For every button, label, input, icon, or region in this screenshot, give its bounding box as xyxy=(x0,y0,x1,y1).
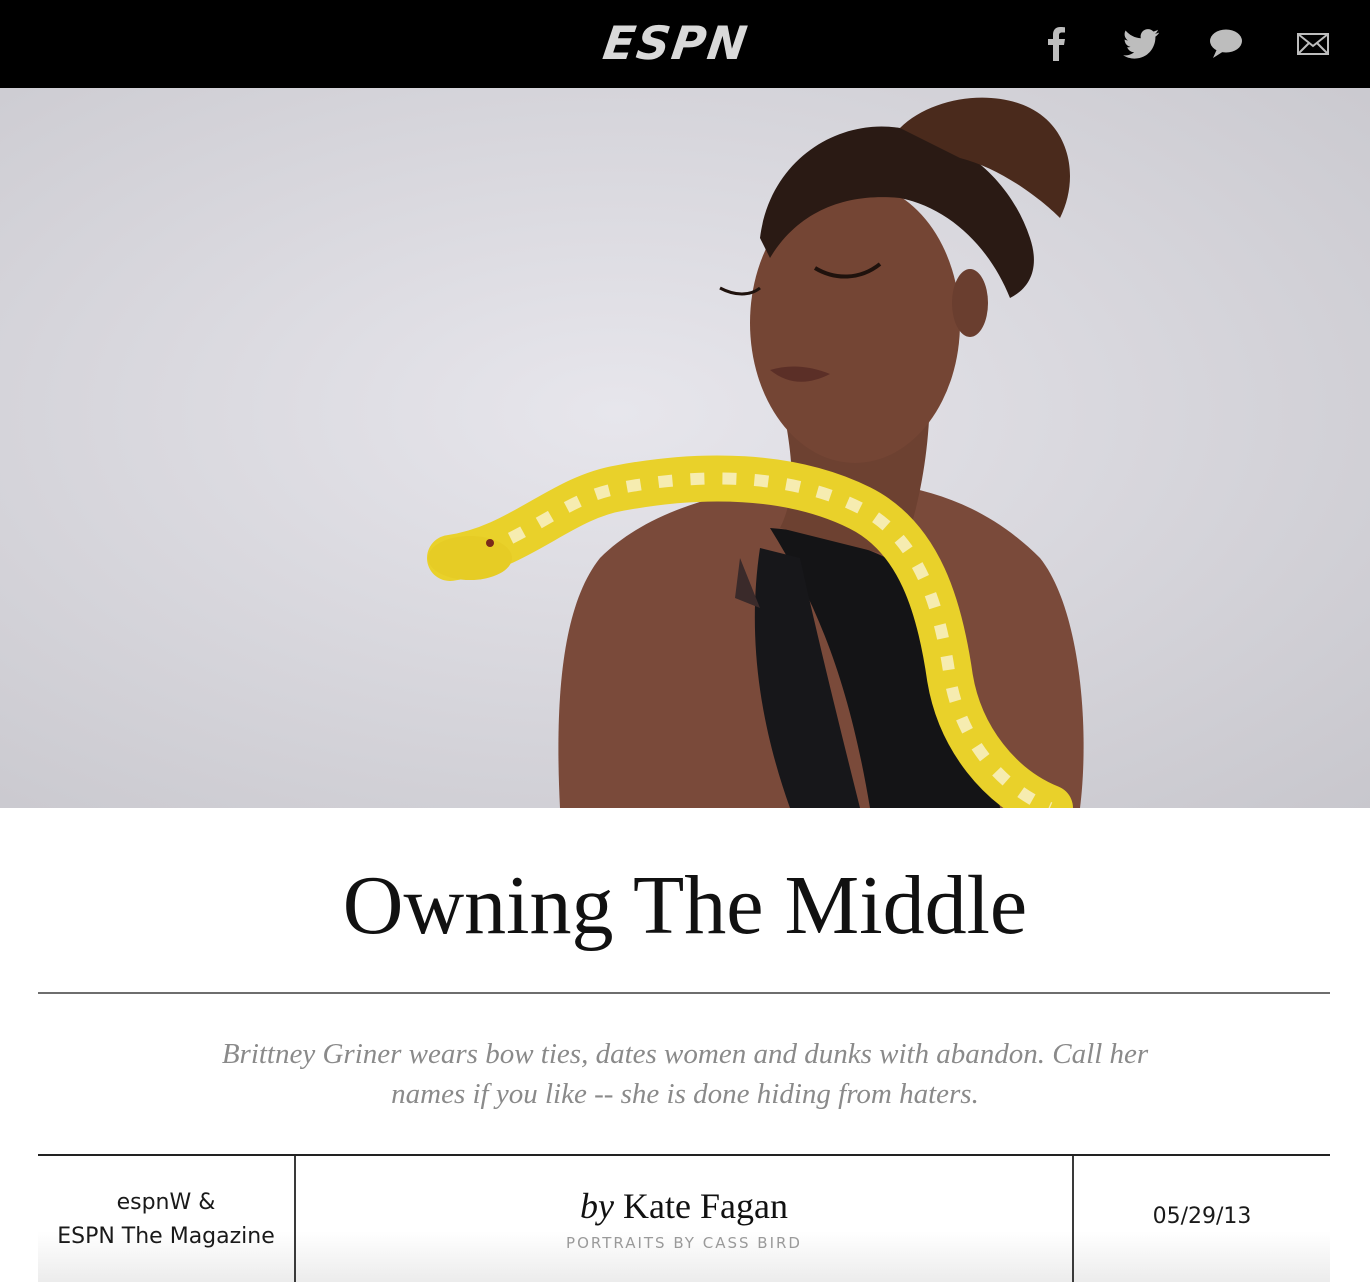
comment-icon xyxy=(1209,29,1243,59)
facebook-icon xyxy=(1046,27,1066,61)
author-byline: by Kate Fagan xyxy=(296,1184,1072,1228)
byline-prefix: by xyxy=(580,1186,615,1226)
publication-line: ESPN The Magazine xyxy=(57,1224,275,1249)
mail-icon xyxy=(1297,33,1329,55)
publish-date: 05/29/13 xyxy=(1152,1204,1252,1229)
email-share-button[interactable] xyxy=(1292,26,1334,62)
hero-photo xyxy=(0,88,1370,808)
espn-logo[interactable]: ESPN xyxy=(592,16,759,70)
twitter-icon xyxy=(1123,29,1159,59)
author-name[interactable]: Kate Fagan xyxy=(623,1186,788,1226)
top-bar: ESPN xyxy=(0,0,1370,88)
publication-credit: espnW & ESPN The Magazine xyxy=(38,1186,294,1254)
title-divider xyxy=(38,992,1330,994)
publication-line: espnW & xyxy=(116,1190,216,1215)
photo-credit: PORTRAITS BY CASS BIRD xyxy=(566,1234,802,1252)
comment-button[interactable] xyxy=(1206,26,1246,62)
facebook-share-button[interactable] xyxy=(1038,26,1074,62)
article-dek: Brittney Griner wears bow ties, dates wo… xyxy=(221,1038,1149,1110)
twitter-share-button[interactable] xyxy=(1120,26,1162,62)
article-title: Owning The Middle xyxy=(342,859,1028,952)
